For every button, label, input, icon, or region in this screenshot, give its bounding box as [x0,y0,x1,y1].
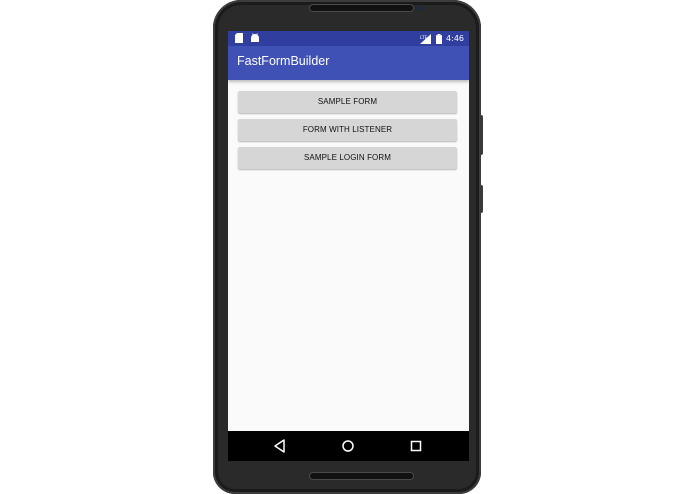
power-button[interactable] [480,185,483,213]
main-content: SAMPLE FORM FORM WITH LISTENER SAMPLE LO… [238,91,457,175]
bottom-speaker [310,473,413,479]
volume-button[interactable] [480,115,483,155]
network-type: LTE [420,35,428,41]
home-icon[interactable] [340,438,356,454]
sample-login-form-button[interactable]: SAMPLE LOGIN FORM [238,147,457,169]
navigation-bar [228,431,469,461]
device-screen: LTE 4:46 FastFormBuilder SAMPLE FORM FOR… [228,31,469,461]
status-bar: LTE 4:46 [228,31,469,46]
status-notifications [235,33,260,43]
sd-card-icon [235,33,243,43]
emulator-stage: LTE 4:46 FastFormBuilder SAMPLE FORM FOR… [0,0,695,494]
status-indicators: LTE 4:46 [420,32,464,45]
app-toolbar: FastFormBuilder [228,46,469,80]
phone-frame: LTE 4:46 FastFormBuilder SAMPLE FORM FOR… [213,0,483,494]
status-time: 4:46 [446,34,464,43]
app-title: FastFormBuilder [237,54,330,68]
back-icon[interactable] [272,438,288,454]
top-speaker [310,5,413,11]
signal-icon: LTE [420,33,432,44]
android-icon [251,33,259,42]
sample-form-button[interactable]: SAMPLE FORM [238,91,457,113]
battery-icon [436,33,443,44]
front-camera [418,6,423,11]
form-with-listener-button[interactable]: FORM WITH LISTENER [238,119,457,141]
recents-icon[interactable] [408,438,424,454]
